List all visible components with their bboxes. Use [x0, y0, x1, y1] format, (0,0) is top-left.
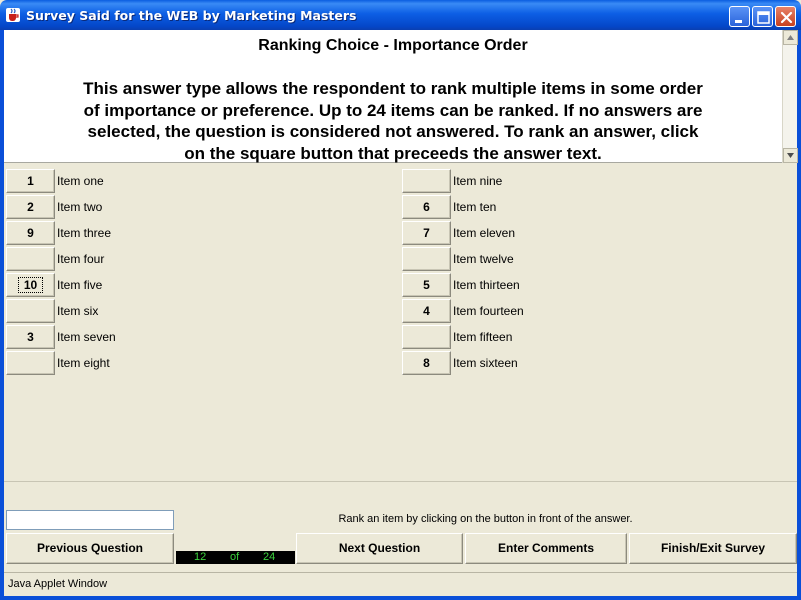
- rank-value: 4: [423, 304, 430, 318]
- answer-label: Item sixteen: [453, 356, 518, 370]
- enter-comments-button[interactable]: Enter Comments: [465, 533, 627, 564]
- maximize-icon: [757, 11, 770, 24]
- answer-label: Item nine: [453, 174, 503, 188]
- rank-value: 7: [423, 226, 430, 240]
- rank-value: 2: [27, 200, 34, 214]
- rank-value: 6: [423, 200, 430, 214]
- applet-status-bar: Java Applet Window: [4, 572, 797, 596]
- rank-button-item-eight[interactable]: [6, 351, 55, 375]
- arrow-up-icon: [787, 35, 794, 40]
- answer-label: Item twelve: [453, 252, 514, 266]
- answer-label: Item one: [57, 174, 104, 188]
- progress-separator: of: [230, 551, 240, 563]
- answer-label: Item eleven: [453, 226, 516, 240]
- rank-button-item-twelve[interactable]: [402, 247, 451, 271]
- answer-label: Item fourteen: [453, 304, 524, 318]
- question-description-panel: Ranking Choice - Importance Order This a…: [4, 30, 782, 163]
- close-icon: [780, 11, 793, 24]
- previous-question-button[interactable]: Previous Question: [6, 533, 174, 564]
- minimize-icon: [735, 20, 742, 23]
- maximize-button[interactable]: [752, 6, 773, 27]
- answer-label: Item two: [57, 200, 103, 214]
- window-title: Survey Said for the WEB by Marketing Mas…: [26, 8, 357, 23]
- window-frame-right: [797, 30, 801, 600]
- rank-button-item-one[interactable]: 1: [6, 169, 55, 193]
- close-button[interactable]: [775, 6, 796, 27]
- description-line: This answer type allows the respondent t…: [83, 79, 703, 98]
- progress-total: 24: [263, 551, 276, 563]
- next-question-button[interactable]: Next Question: [296, 533, 463, 564]
- rank-button-item-fourteen[interactable]: 4: [402, 299, 451, 323]
- rank-value: 9: [27, 226, 34, 240]
- description-line: on the square button that preceeds the a…: [184, 143, 602, 163]
- rank-button-item-four[interactable]: [6, 247, 55, 271]
- answer-label: Item four: [57, 252, 105, 266]
- finish-exit-survey-button[interactable]: Finish/Exit Survey: [629, 533, 797, 564]
- rank-button-item-thirteen[interactable]: 5: [402, 273, 451, 297]
- applet-window-label: Java Applet Window: [8, 578, 108, 590]
- answer-label: Item thirteen: [453, 278, 520, 292]
- progress-current: 12: [194, 551, 207, 563]
- rank-button-item-two[interactable]: 2: [6, 195, 55, 219]
- scroll-down-button[interactable]: [783, 148, 798, 163]
- arrow-down-icon: [787, 153, 794, 158]
- question-description: This answer type allows the respondent t…: [24, 78, 762, 164]
- minimize-button[interactable]: [729, 6, 750, 27]
- rank-button-item-sixteen[interactable]: 8: [402, 351, 451, 375]
- description-scrollbar[interactable]: [782, 30, 798, 163]
- response-input[interactable]: [6, 510, 174, 530]
- answer-label: Item eight: [57, 356, 110, 370]
- window-frame-bottom: [0, 596, 801, 600]
- rank-button-item-seven[interactable]: 3: [6, 325, 55, 349]
- divider: [4, 481, 797, 482]
- status-message: Rank an item by clicking on the button i…: [338, 513, 633, 525]
- rank-value: 8: [423, 356, 430, 370]
- answer-label: Item seven: [57, 330, 116, 344]
- rank-value: 3: [27, 330, 34, 344]
- answer-label: Item fifteen: [453, 330, 513, 344]
- rank-value: 1: [27, 174, 34, 188]
- rank-button-item-nine[interactable]: [402, 169, 451, 193]
- rank-button-item-five[interactable]: 10: [6, 273, 55, 297]
- progress-spacer: [176, 533, 295, 551]
- rank-button-item-six[interactable]: [6, 299, 55, 323]
- answer-label: Item five: [57, 278, 103, 292]
- description-line: of importance or preference. Up to 24 it…: [83, 100, 703, 120]
- description-line: selected, the question is considered not…: [87, 122, 699, 141]
- answer-label: Item six: [57, 304, 99, 318]
- question-progress: 12 of 24: [176, 551, 295, 564]
- answer-label: Item three: [57, 226, 112, 240]
- scroll-up-button[interactable]: [783, 30, 798, 45]
- java-cup-icon: [6, 8, 20, 22]
- rank-button-item-three[interactable]: 9: [6, 221, 55, 245]
- rank-button-item-eleven[interactable]: 7: [402, 221, 451, 245]
- rank-value: 5: [423, 278, 430, 292]
- rank-button-item-fifteen[interactable]: [402, 325, 451, 349]
- answer-label: Item ten: [453, 200, 497, 214]
- rank-button-item-ten[interactable]: 6: [402, 195, 451, 219]
- title-bar[interactable]: Survey Said for the WEB by Marketing Mas…: [0, 0, 801, 30]
- question-title: Ranking Choice - Importance Order: [258, 37, 528, 54]
- rank-value: 10: [17, 277, 44, 293]
